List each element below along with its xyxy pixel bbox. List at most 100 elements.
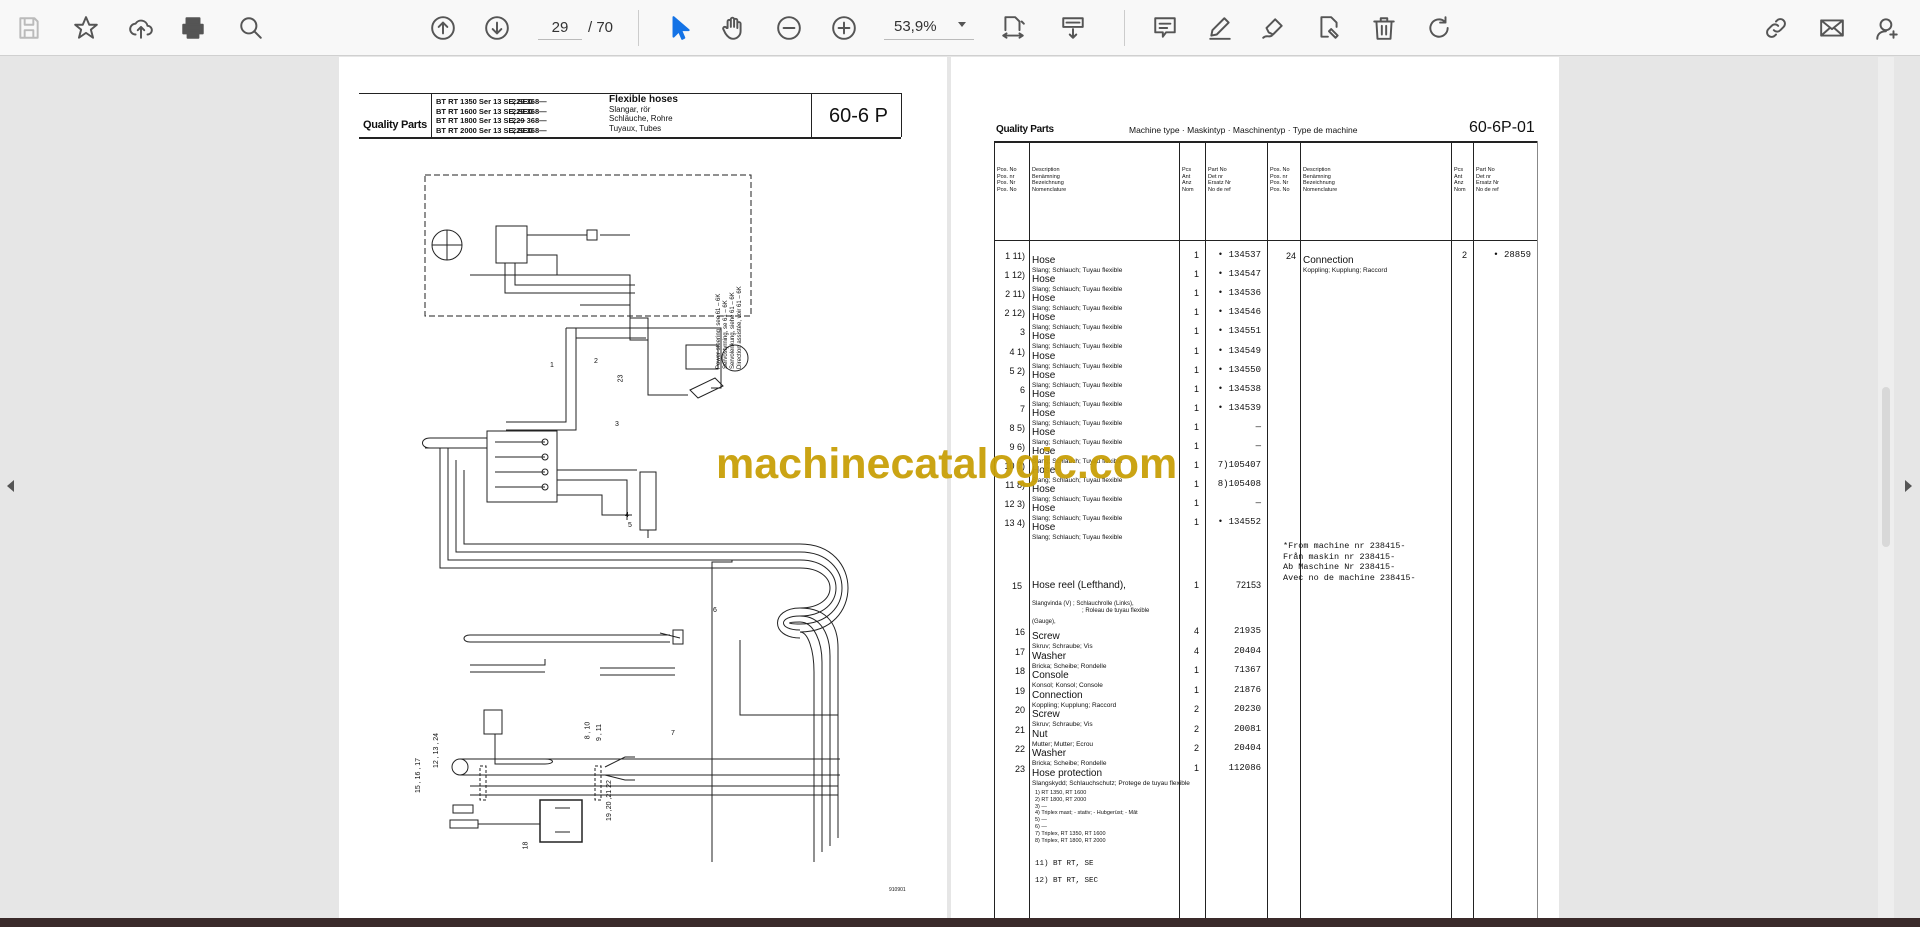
- vertical-scrollbar[interactable]: [1878, 57, 1894, 918]
- quantity: 1: [1193, 383, 1199, 394]
- left-panel-toggle[interactable]: [7, 480, 14, 492]
- email-icon: [1820, 19, 1844, 37]
- upload-cloud-icon: [129, 19, 153, 39]
- pos-number: 21: [1014, 724, 1025, 735]
- header-line: Bezeichnung: [1032, 180, 1064, 186]
- export-button[interactable]: [1313, 12, 1345, 44]
- quantity: 1: [1193, 684, 1199, 695]
- description-title: Screw: [1032, 631, 1060, 642]
- scroll-thumb[interactable]: [1882, 387, 1890, 547]
- quantity: 2: [1461, 250, 1467, 260]
- table-row: 9 6) Hose Slang; Schlauch; Tuyau flexible…: [951, 440, 1551, 465]
- print-button[interactable]: [177, 12, 209, 44]
- share-link-button[interactable]: [1760, 12, 1792, 44]
- fit-page-button[interactable]: [997, 12, 1029, 44]
- brand-label: Quality Parts: [996, 124, 1054, 135]
- diagram-label: 7: [671, 730, 675, 737]
- zoom-search-icon: [240, 17, 262, 39]
- bookmark-button[interactable]: [70, 12, 102, 44]
- description: Hose Slang; Schlauch; Tuyau flexible: [1032, 517, 1122, 541]
- part-number: 7)105407: [1217, 460, 1261, 471]
- table-row: 8 5) Hose Slang; Schlauch; Tuyau flexible…: [951, 421, 1551, 446]
- table-row: 3 Hose Slang; Schlauch; Tuyau flexible 1 …: [951, 325, 1551, 350]
- rotate-button[interactable]: [1423, 12, 1455, 44]
- column-header-pos: Pos. No Pos. nr Pos. Nr Pos. No: [1270, 167, 1290, 193]
- pos-number: 19: [1014, 685, 1025, 696]
- previous-page-button[interactable]: [427, 12, 459, 44]
- description-title: Hose: [1032, 407, 1056, 419]
- note-line: Servostyrning, se 61 – 6K: [723, 300, 729, 369]
- select-tool-button[interactable]: [664, 12, 696, 44]
- delete-trash-icon: [1373, 17, 1395, 40]
- diagram-label: 19 ,20 ,21 22: [605, 780, 613, 821]
- quantity: 1: [1193, 665, 1199, 675]
- diagram-label: 6: [713, 607, 717, 614]
- pos-number: 9 6): [1009, 442, 1025, 452]
- table-row: 16 Screw Skruv; Schraube; Vis 4 21935: [951, 625, 1551, 650]
- description-title: Hose: [1032, 446, 1056, 457]
- description-translations: Koppling; Kupplung; Raccord: [1303, 267, 1388, 274]
- description-title: Hose: [1032, 522, 1056, 534]
- diagram-label: 23: [617, 374, 625, 383]
- part-number: 20404: [1233, 743, 1261, 753]
- pos-number: 24: [1285, 251, 1296, 261]
- pos-number: 23: [1014, 763, 1025, 774]
- serial-note-line: Ab Maschine Nr 238415-: [1283, 562, 1396, 572]
- next-page-button[interactable]: [481, 12, 513, 44]
- power-steering-note: Power steering, see 61 – 6K Servostyrning…: [716, 286, 744, 369]
- diagram-label: 15 , 16 , 17: [415, 757, 423, 794]
- description-title: Washer: [1032, 748, 1067, 759]
- description-title: Hose protection: [1032, 767, 1103, 779]
- sign-button[interactable]: [1257, 12, 1289, 44]
- find-button[interactable]: [235, 12, 267, 44]
- quantity: 1: [1193, 402, 1199, 413]
- save-button[interactable]: [13, 12, 45, 44]
- highlight-button[interactable]: [1204, 12, 1236, 44]
- table-row: 15 Hose reel (Lefthand), Slangvinda (V) …: [951, 579, 1551, 629]
- table-row: 20 Screw Skruv; Schraube; Vis 2 20230: [951, 703, 1551, 728]
- column-header-part: Part No Det nr Ersatz Nr No de ref: [1208, 167, 1231, 193]
- header-line: No de ref: [1208, 186, 1231, 193]
- header-line: Pos. No: [997, 186, 1017, 193]
- zoom-level-select[interactable]: 53,9%: [884, 16, 974, 40]
- table-row: 24 Connection Koppling; Kupplung; Raccord…: [951, 249, 1551, 274]
- quantity: 1: [1193, 460, 1199, 471]
- account-button[interactable]: [1871, 12, 1903, 44]
- pos-number: 6: [1019, 384, 1025, 395]
- pos-number: 15: [1011, 581, 1022, 591]
- quantity: 1: [1193, 762, 1199, 773]
- export-edit-icon: [1320, 16, 1339, 39]
- column-header-qty: Pcs Ant Anz Nom: [1454, 167, 1466, 193]
- pdf-page-left: Quality Parts BT RT 1350 Ser 13 SE, SEC B…: [339, 57, 947, 918]
- right-panel-toggle[interactable]: [1905, 480, 1912, 492]
- table-row: 7 Hose Slang; Schlauch; Tuyau flexible 1 …: [951, 402, 1551, 427]
- quantity: 4: [1193, 645, 1199, 656]
- pos-number: 17: [1014, 646, 1025, 657]
- page-number-input[interactable]: [538, 16, 582, 40]
- upload-button[interactable]: [125, 12, 157, 44]
- part-number: 8)105408: [1217, 479, 1261, 490]
- table-row: 22 Washer Bricka; Scheibe; Rondelle 2 204…: [951, 742, 1551, 767]
- bookmark-star-icon: [74, 16, 98, 39]
- part-number: • 134550: [1217, 364, 1261, 375]
- comment-button[interactable]: [1149, 12, 1181, 44]
- scroll-mode-button[interactable]: [1057, 12, 1089, 44]
- table-row: 2 12) Hose Slang; Schlauch; Tuyau flexibl…: [951, 306, 1551, 331]
- diagram-label: 4: [625, 512, 629, 519]
- description-translations: ; Roleau de tuyau flexible: [1082, 608, 1150, 614]
- quantity: 1: [1193, 307, 1199, 318]
- drawing-number: 910901: [889, 887, 906, 893]
- email-button[interactable]: [1816, 12, 1848, 44]
- zoom-in-button[interactable]: [828, 12, 860, 44]
- pos-number: 3: [1019, 327, 1025, 338]
- table-row: 19 Connection Koppling; Kupplung; Raccord…: [951, 684, 1551, 709]
- header-line: Pos. No: [1270, 167, 1290, 173]
- delete-button[interactable]: [1368, 12, 1400, 44]
- zoom-out-button[interactable]: [773, 12, 805, 44]
- header-line: Pos. No: [1270, 186, 1290, 193]
- hand-tool-button[interactable]: [717, 12, 749, 44]
- column-header-desc: Description Benämning Bezeichnung Nomenclat…: [1032, 167, 1066, 193]
- diagram-label: 2: [594, 358, 598, 365]
- part-number: —: [1255, 441, 1261, 451]
- quantity: 1: [1193, 479, 1199, 490]
